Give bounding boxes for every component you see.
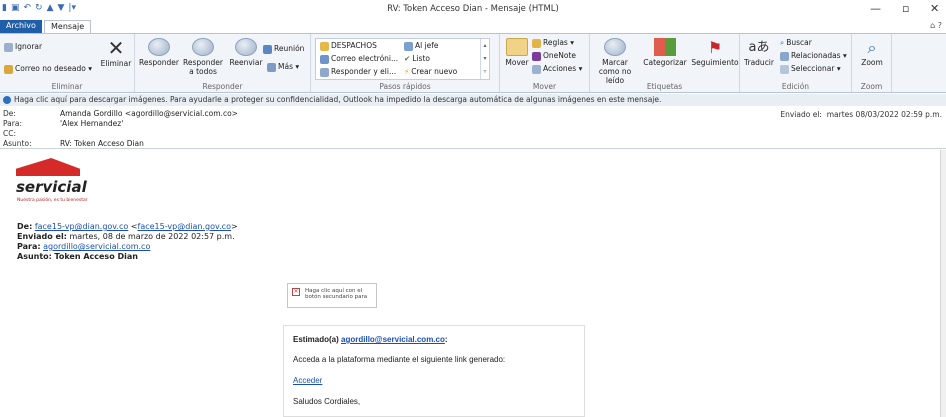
follow-up-button[interactable]: ⚑ Seguimiento [691,38,739,67]
closing-text: Saludos Cordiales, [293,397,361,406]
reply-all-button[interactable]: Responder a todos [180,38,226,76]
group-respond: Responder Responder a todos Reenviar Reu… [135,34,311,92]
actions-icon [532,64,541,74]
blocked-image-placeholder[interactable]: × Haga clic aquí con el botón secundario… [287,283,377,308]
quick-step-crear-nuevo[interactable]: ⚡ Crear nuevo [404,67,457,76]
recipient[interactable]: 'Alex Hernandez' [60,119,123,129]
unread-mail-icon [604,38,626,56]
check-icon: ✔ [404,54,411,63]
rules-icon [532,38,541,48]
group-delete: Ignorar Correo no deseado ▾ ✕ Eliminar E… [0,34,135,92]
dian-message-card: Estimado(a) agordillo@servicial.com.co: … [283,325,585,417]
quick-step-listo[interactable]: ✔ Listo [404,54,430,63]
zoom-button[interactable]: ⌕ Zoom [854,38,890,67]
help-icon[interactable]: ⌂ ? [930,21,942,30]
find-button[interactable]: ⌕ Buscar [780,38,812,47]
restore-icon[interactable]: ▫ [902,2,909,15]
flag-icon: ⚑ [707,38,723,57]
more-icon [267,62,276,72]
actions-button[interactable]: Acciones ▾ [532,64,582,74]
download-images-infobar[interactable]: Haga clic aquí para descargar imágenes. … [0,94,946,106]
delete-x-icon: ✕ [107,36,125,60]
fwd-to: Para: agordillo@servicial.com.co [17,242,151,251]
ignore-button[interactable]: Ignorar [4,42,42,52]
group-zoom: ⌕ Zoom Zoom [852,34,892,92]
fwd-subject: Asunto: Token Acceso Dian [17,252,138,261]
tab-message[interactable]: Mensaje [44,20,92,33]
forward-icon [235,38,257,56]
reply-icon [148,38,170,56]
related-button[interactable]: Relacionadas ▾ [780,51,847,61]
move-button[interactable]: Mover [503,38,531,67]
select-button[interactable]: Seleccionar ▾ [780,64,841,74]
reply-button[interactable]: Responder [138,38,180,67]
logo-roof-shape [16,158,80,176]
quick-step-responder-eliminar[interactable]: Responder y eli... [320,67,396,77]
junk-icon [4,64,13,74]
translate-icon: aあ [748,40,770,55]
junk-button[interactable]: Correo no deseado ▾ [4,64,92,74]
move-folder-icon [506,38,528,56]
folder-icon [320,41,329,51]
quick-step-despachos[interactable]: DESPACHOS [320,41,377,51]
info-icon [3,96,11,104]
message-body: servicial Nuestra pasión, es tu bienesta… [0,150,940,417]
servicial-logo: servicial Nuestra pasión, es tu bienesta… [16,158,88,208]
related-icon [780,51,789,61]
title-bar: ▮ ▣ ↶ ↻ ▲ ▼ |▾ RV: Token Acceso Dian - M… [0,0,946,19]
group-tags: Marcar como no leído Categorizar ⚑ Segui… [590,34,740,92]
categorize-button[interactable]: Categorizar [639,38,691,67]
sent-date: Enviado el: martes 08/03/2022 02:59 p.m. [780,110,942,119]
lightning-icon: ⚡ [404,67,410,76]
group-edit: aあ Traducir ⌕ Buscar Relacionadas ▾ Selec… [740,34,852,92]
greeting-email-link[interactable]: agordillo@servicial.com.co [341,335,445,344]
ribbon: Ignorar Correo no deseado ▾ ✕ Eliminar E… [0,33,946,93]
quick-steps-gallery: DESPACHOS Al jefe Correo electróni... ✔ L… [315,38,490,80]
fwd-from-link-2[interactable]: face15-vp@dian.gov.co [138,222,231,231]
broken-image-icon: × [292,288,300,296]
categorize-icon [654,38,676,56]
minimize-icon[interactable]: — [870,2,881,15]
rules-button[interactable]: Reglas ▾ [532,38,574,48]
group-quick-steps: DESPACHOS Al jefe Correo electróni... ✔ L… [311,34,500,92]
gallery-scroll[interactable]: ▴ ▾ ▿ [480,39,489,79]
meeting-button[interactable]: Reunión [263,44,304,54]
delete-button[interactable]: ✕ Eliminar [100,37,132,68]
magnifier-icon: ⌕ [867,38,877,57]
fwd-to-link[interactable]: agordillo@servicial.com.co [43,242,150,251]
quick-step-al-jefe[interactable]: Al jefe [404,41,439,51]
fwd-from: De: face15-vp@dian.gov.co <face15-vp@dia… [17,222,238,231]
forwarded-header: De: face15-vp@dian.gov.co <face15-vp@dia… [17,222,238,262]
more-button[interactable]: Más ▾ [267,62,299,72]
onenote-icon [532,51,541,61]
reply-delete-icon [320,67,329,77]
message-headers: De: Amanda Gordillo <agordillo@servicial… [0,107,946,149]
greeting: Estimado(a) agordillo@servicial.com.co: [293,335,448,344]
translate-button[interactable]: aあ Traducir [742,38,776,67]
acceder-link[interactable]: Acceder [293,376,322,385]
select-icon [780,64,789,74]
fwd-sent: Enviado el: martes, 08 de marzo de 2022 … [17,232,235,241]
mark-unread-button[interactable]: Marcar como no leído [592,38,638,85]
tab-file[interactable]: Archivo [0,20,42,33]
binoculars-icon: ⌕ [780,38,785,47]
ribbon-tabs: Archivo Mensaje ⌂ ? [0,19,946,33]
instruction-text: Acceda a la plataforma mediante el sigui… [293,355,506,364]
sender[interactable]: Amanda Gordillo <agordillo@servicial.com… [60,109,238,119]
close-icon[interactable]: ✕ [930,2,939,15]
mail-icon [320,54,329,64]
group-move: Mover Reglas ▾ OneNote Acciones ▾ Mover [500,34,590,92]
meeting-icon [263,44,272,54]
ignore-icon [4,42,13,52]
onenote-button[interactable]: OneNote [532,51,576,61]
forward-mail-icon [404,41,413,51]
forward-button[interactable]: Reenviar [227,38,265,67]
quick-step-correo[interactable]: Correo electróni... [320,54,398,64]
window-title: RV: Token Acceso Dian - Mensaje (HTML) [387,4,559,14]
vertical-scrollbar[interactable] [940,150,946,417]
reply-all-icon [192,38,214,56]
fwd-from-link[interactable]: face15-vp@dian.gov.co [35,222,128,231]
